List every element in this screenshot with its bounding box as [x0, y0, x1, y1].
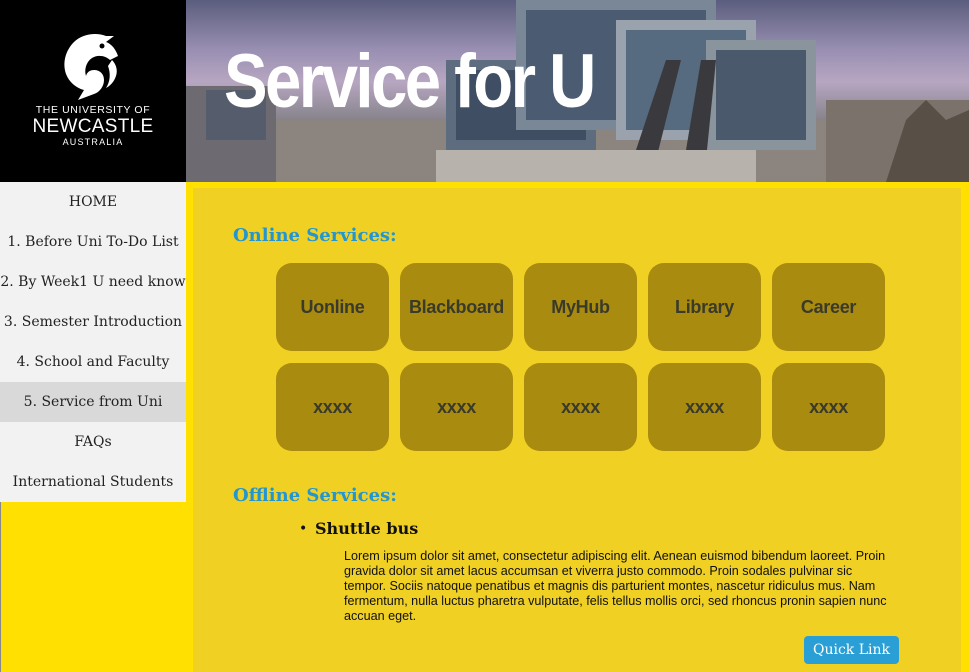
- left-border-line: [0, 502, 1, 672]
- logo-line-3: AUSTRALIA: [62, 137, 124, 147]
- bullet-marker: •: [299, 521, 308, 537]
- sidebar-item-before-uni[interactable]: 1. Before Uni To-Do List: [0, 222, 186, 262]
- tile-placeholder-3[interactable]: xxxx: [524, 363, 637, 451]
- offline-services-heading: Offline Services:: [233, 485, 397, 506]
- university-logo[interactable]: THE UNIVERSITY OF NEWCASTLE AUSTRALIA: [0, 0, 186, 182]
- tile-blackboard[interactable]: Blackboard: [400, 263, 513, 351]
- shuttle-bus-description: Lorem ipsum dolor sit amet, consectetur …: [344, 549, 887, 623]
- logo-line-2: NEWCASTLE: [32, 116, 154, 137]
- sidebar-item-week1[interactable]: 2. By Week1 U need know: [0, 262, 186, 302]
- sidebar-item-school-faculty[interactable]: 4. School and Faculty: [0, 342, 186, 382]
- sidebar-nav: HOME 1. Before Uni To-Do List 2. By Week…: [0, 182, 186, 502]
- tile-placeholder-5[interactable]: xxxx: [772, 363, 885, 451]
- logo-line-1: THE UNIVERSITY OF: [35, 104, 151, 116]
- tile-career[interactable]: Career: [772, 263, 885, 351]
- online-services-heading: Online Services:: [233, 225, 397, 246]
- shuttle-bus-title: Shuttle bus: [315, 519, 419, 538]
- header-banner: Service for U: [186, 0, 969, 182]
- sidebar-item-home[interactable]: HOME: [0, 182, 186, 222]
- quick-link-button[interactable]: Quick Link: [804, 636, 899, 664]
- sidebar-item-faqs[interactable]: FAQs: [0, 422, 186, 462]
- tile-placeholder-1[interactable]: xxxx: [276, 363, 389, 451]
- tile-uonline[interactable]: Uonline: [276, 263, 389, 351]
- sidebar-item-international[interactable]: International Students: [0, 462, 186, 502]
- tile-placeholder-4[interactable]: xxxx: [648, 363, 761, 451]
- sidebar-item-semester[interactable]: 3. Semester Introduction: [0, 302, 186, 342]
- banner-title: Service for U: [224, 39, 596, 124]
- tile-library[interactable]: Library: [648, 263, 761, 351]
- tile-myhub[interactable]: MyHub: [524, 263, 637, 351]
- sidebar-item-service-from-uni[interactable]: 5. Service from Uni: [0, 382, 186, 422]
- seahorse-logo-icon: [64, 34, 118, 100]
- tile-placeholder-2[interactable]: xxxx: [400, 363, 513, 451]
- main-content: Online Services: Uonline Blackboard MyHu…: [186, 182, 965, 672]
